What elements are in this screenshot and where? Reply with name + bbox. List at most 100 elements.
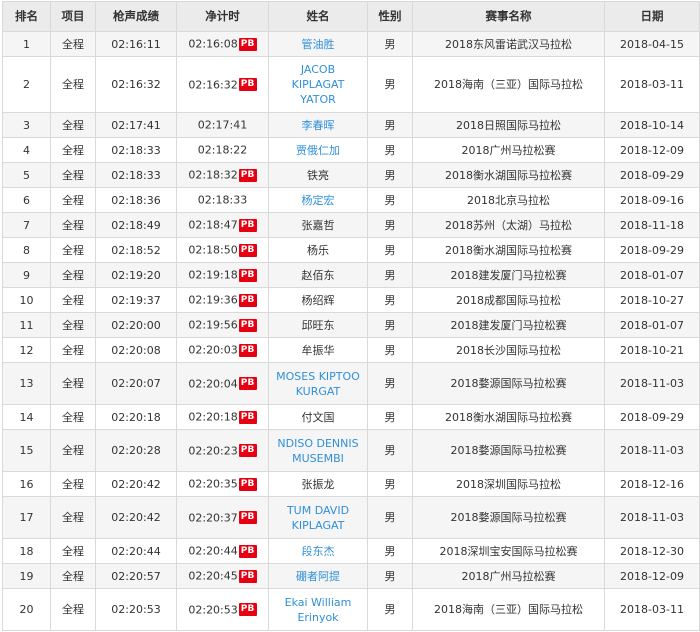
net-time-value: 02:20:35 [188,477,238,491]
event-cell: 全程 [50,56,96,113]
name-cell: 铁亮 [268,162,368,188]
runner-name-link[interactable]: JACOB KIPLAGAT YATOR [270,62,367,107]
runner-name-link[interactable]: 硼者阿提 [290,569,346,584]
net-time-value: 02:17:41 [197,118,248,132]
race-cell: 2018深圳宝安国际马拉松赛 [412,538,605,564]
gun-time-cell: 02:18:49 [95,212,177,238]
net-time-cell: 02:20:53 PB [176,588,269,631]
event-cell: 全程 [50,312,96,338]
date-cell: 2018-01-07 [604,312,700,338]
gun-time-cell: 02:20:08 [95,337,177,363]
race-cell: 2018衡水湖国际马拉松赛 [412,237,605,263]
net-time-value: 02:19:18 [188,268,238,282]
date-cell: 2018-03-11 [604,56,700,113]
runner-name: 邱旺东 [301,318,335,332]
net-time-value: 02:20:44 [188,544,238,558]
net-time-value: 02:18:47 [188,218,238,232]
date-cell: 2018-11-03 [604,429,700,472]
rank-cell: 5 [2,162,51,188]
event-cell: 全程 [50,112,96,138]
runner-name-link[interactable]: MOSES KIPTOO KURGAT [270,369,367,399]
name-cell: 杨乐 [268,237,368,263]
event-cell: 全程 [50,538,96,564]
runner-name: 铁亮 [307,168,329,182]
net-time-cell: 02:20:45 PB [176,563,269,589]
gun-time-cell: 02:20:53 [95,588,177,631]
net-time-value: 02:16:32 [188,78,238,92]
runner-name-link[interactable]: TUM DAVID KIPLAGAT [270,503,367,533]
runner-name-link[interactable]: 贾俄仁加 [290,143,346,158]
rank-cell: 15 [2,429,51,472]
race-cell: 2018苏州（太湖）马拉松 [412,212,605,238]
gender-cell: 男 [367,563,413,589]
pb-badge: PB [238,377,257,391]
runner-name-link[interactable]: Ekai William Erinyok [270,595,367,625]
race-cell: 2018婺源国际马拉松赛 [412,429,605,472]
runner-name-link[interactable]: 杨定宏 [296,193,341,208]
net-time-cell: 02:20:37 PB [176,496,269,539]
race-cell: 2018东风雷诺武汉马拉松 [412,31,605,57]
pb-badge: PB [238,318,257,332]
name-cell: 李春晖 [268,112,368,138]
race-cell: 2018深圳国际马拉松 [412,471,605,497]
event-cell: 全程 [50,429,96,472]
rank-cell: 6 [2,187,51,213]
rank-cell: 4 [2,137,51,163]
race-cell: 2018海南（三亚）国际马拉松 [412,588,605,631]
date-cell: 2018-10-27 [604,287,700,313]
net-time-value: 02:20:23 [188,444,238,458]
pb-badge: PB [238,168,257,182]
name-cell: NDISO DENNIS MUSEMBI [268,429,368,472]
date-cell: 2018-09-29 [604,237,700,263]
gun-time-cell: 02:20:57 [95,563,177,589]
runner-name-link[interactable]: 管油胜 [296,37,341,52]
event-cell: 全程 [50,404,96,430]
table-row: 19 全程 02:20:57 02:20:45 PB 硼者阿提男 2018广州马拉松赛 201… [2,563,700,589]
runner-name-link[interactable]: 段东杰 [296,544,341,559]
runner-name: 杨绍辉 [301,293,335,307]
race-cell: 2018长沙国际马拉松 [412,337,605,363]
gender-cell: 男 [367,588,413,631]
table-row: 12 全程 02:20:08 02:20:03 PB 牟振华男 2018长沙国际马拉松 201… [2,337,700,363]
name-cell: JACOB KIPLAGAT YATOR [268,56,368,113]
gun-time-cell: 02:20:00 [95,312,177,338]
table-row: 8 全程 02:18:52 02:18:50 PB 杨乐男 2018衡水湖国际马拉松赛 201… [2,237,700,263]
gender-cell: 男 [367,471,413,497]
net-time-cell: 02:18:33 [176,187,269,213]
pb-badge: PB [238,37,257,51]
pb-badge: PB [238,410,257,424]
race-cell: 2018成都国际马拉松 [412,287,605,313]
race-cell: 2018广州马拉松赛 [412,137,605,163]
gender-cell: 男 [367,496,413,539]
race-cell: 2018婺源国际马拉松赛 [412,496,605,539]
gun-time-cell: 02:20:07 [95,362,177,405]
net-time-cell: 02:18:22 [176,137,269,163]
table-row: 13 全程 02:20:07 02:20:04 PB MOSES KIPTOO KURGA… [2,362,700,405]
gender-cell: 男 [367,112,413,138]
event-cell: 全程 [50,337,96,363]
runner-name-link[interactable]: 李春晖 [296,118,341,133]
event-cell: 全程 [50,137,96,163]
rank-cell: 13 [2,362,51,405]
name-cell: 管油胜 [268,31,368,57]
table-row: 11 全程 02:20:00 02:19:56 PB 邱旺东男 2018建发厦门马拉松赛 20… [2,312,700,338]
name-cell: 张振龙 [268,471,368,497]
date-cell: 2018-11-03 [604,496,700,539]
header-row: 排名 项目 枪声成绩 净计时 姓名 性别 赛事名称 日期 [2,1,700,32]
net-time-value: 02:20:53 [188,603,238,617]
net-time-cell: 02:20:23 PB [176,429,269,472]
gun-time-cell: 02:19:20 [95,262,177,288]
net-time-cell: 02:20:04 PB [176,362,269,405]
gender-cell: 男 [367,162,413,188]
runner-name-link[interactable]: NDISO DENNIS MUSEMBI [270,436,367,466]
name-cell: 硼者阿提 [268,563,368,589]
table-row: 2 全程 02:16:32 02:16:32 PB JACOB KIPLAGAT YATO… [2,56,700,113]
table-row: 20 全程 02:20:53 02:20:53 PB Ekai William Eriny… [2,588,700,631]
gender-cell: 男 [367,429,413,472]
gun-time-cell: 02:20:28 [95,429,177,472]
gender-cell: 男 [367,362,413,405]
pb-badge: PB [238,243,257,257]
date-cell: 2018-12-09 [604,563,700,589]
net-time-value: 02:19:36 [188,293,238,307]
header-name: 姓名 [268,1,368,32]
